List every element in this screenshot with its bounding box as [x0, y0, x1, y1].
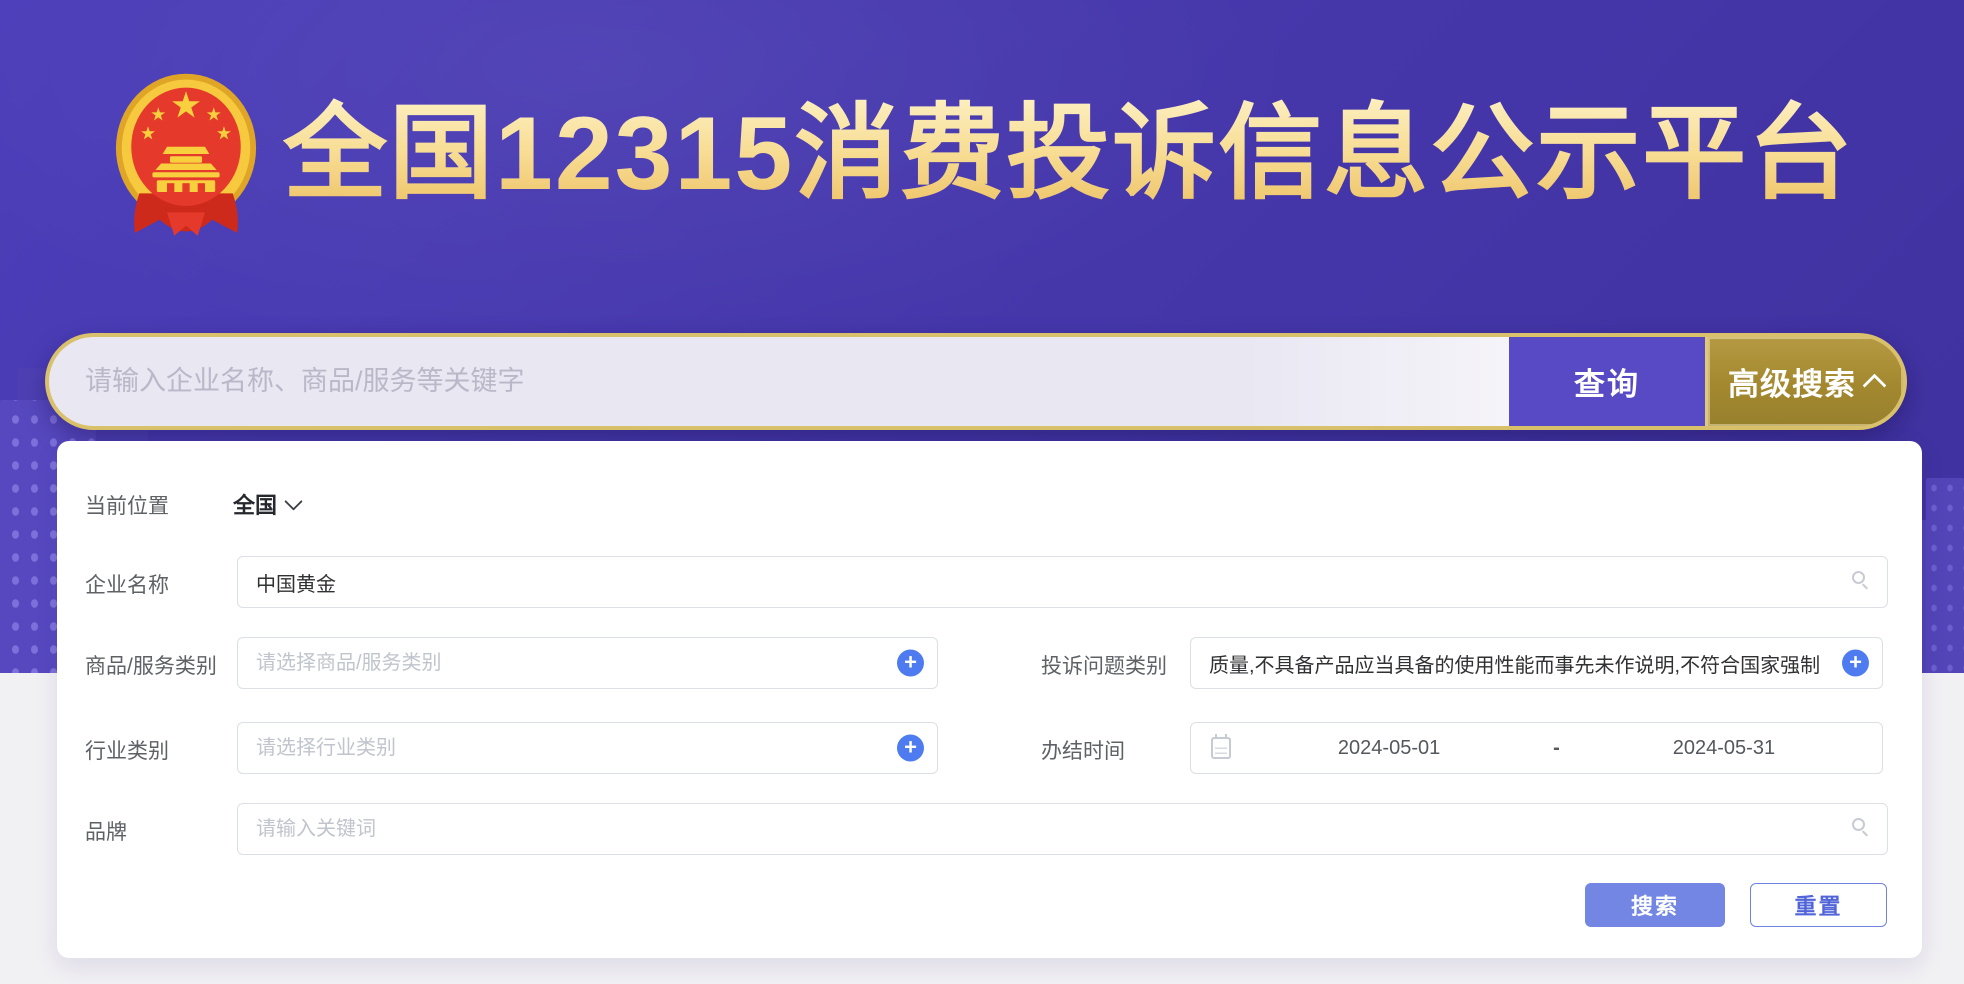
national-emblem-icon	[115, 73, 257, 236]
calendar-icon	[1211, 734, 1231, 759]
industry-category-label: 行业类别	[85, 740, 169, 763]
complaint-category-field-wrap	[1190, 637, 1883, 689]
industry-category-input[interactable]	[237, 722, 938, 774]
company-name-field-wrap	[237, 556, 1888, 608]
chevron-down-icon	[284, 491, 303, 511]
brand-keyword-input[interactable]	[237, 803, 1888, 855]
advanced-search-button[interactable]: 高级搜索	[1705, 337, 1903, 426]
product-category-input[interactable]	[237, 637, 938, 689]
brand-field-wrap	[237, 803, 1888, 855]
advanced-search-label: 高级搜索	[1728, 367, 1856, 402]
building-silhouette	[1926, 478, 1964, 673]
location-select[interactable]: 全国	[233, 488, 303, 520]
location-label: 当前位置	[85, 495, 169, 518]
search-icon	[1852, 818, 1874, 840]
query-button[interactable]: 查询	[1509, 337, 1705, 426]
completion-time-label: 办结时间	[1041, 740, 1125, 763]
plus-icon[interactable]	[897, 734, 924, 762]
page: 全国12315消费投诉信息公示平台 查询 高级搜索 当前位置 全国 企业名称 商…	[0, 0, 1964, 984]
brand-label: 品牌	[85, 821, 127, 844]
industry-category-field-wrap	[237, 722, 938, 774]
platform-title: 全国12315消费投诉信息公示平台	[283, 95, 1855, 212]
advanced-search-panel: 当前位置 全国 企业名称 商品/服务类别 投诉问题类别 行业类别 办结时间	[57, 441, 1922, 958]
brand-area: 全国12315消费投诉信息公示平台	[113, 70, 1854, 238]
keyword-search-input[interactable]	[49, 337, 1509, 426]
search-icon	[1852, 571, 1874, 593]
company-name-label: 企业名称	[85, 574, 169, 597]
top-search-bar: 查询 高级搜索	[45, 333, 1907, 430]
start-date-value[interactable]: 2024-05-01	[1231, 737, 1547, 760]
plus-icon[interactable]	[1842, 649, 1869, 677]
company-name-input[interactable]	[237, 556, 1888, 608]
chevron-up-icon	[1862, 372, 1887, 398]
date-range-separator: -	[1553, 736, 1560, 759]
complaint-category-input[interactable]	[1190, 637, 1883, 689]
end-date-value[interactable]: 2024-05-31	[1566, 737, 1882, 760]
date-range-picker[interactable]: 2024-05-01 - 2024-05-31	[1190, 722, 1883, 774]
product-category-field-wrap	[237, 637, 938, 689]
product-category-label: 商品/服务类别	[85, 655, 217, 678]
plus-icon[interactable]	[897, 649, 924, 677]
location-value: 全国	[233, 493, 278, 518]
reset-button[interactable]: 重置	[1750, 883, 1887, 927]
search-button[interactable]: 搜索	[1585, 883, 1725, 927]
complaint-category-label: 投诉问题类别	[1041, 655, 1167, 678]
